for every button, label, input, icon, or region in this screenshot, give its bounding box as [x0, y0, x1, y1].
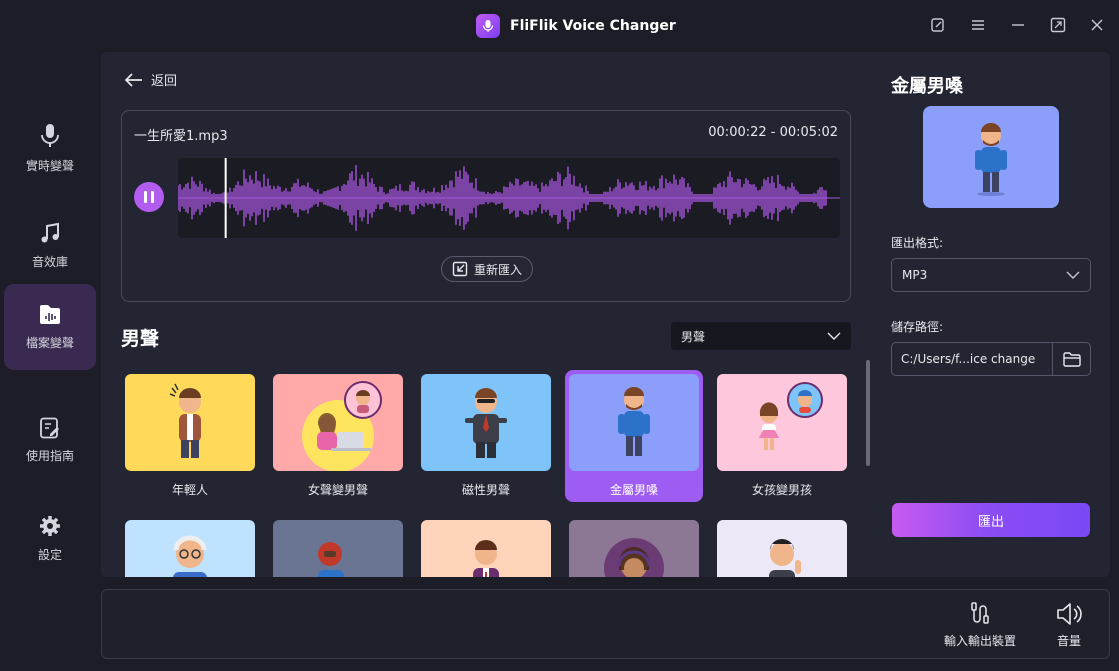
minimize-icon[interactable] [1007, 14, 1029, 36]
voice-card-girl-to-boy[interactable]: 女孩變男孩 [713, 370, 851, 502]
voice-card-metal-male[interactable]: 金屬男嗓 [565, 370, 703, 502]
feedback-icon[interactable] [927, 14, 949, 36]
save-path-value: C:/Users/f...ice change [892, 343, 1053, 375]
chevron-down-icon [827, 332, 841, 340]
voice-thumbnail [125, 520, 255, 577]
sidebar-item-file-voice[interactable]: 檔案變聲 [4, 284, 96, 370]
voice-label: 女孩變男孩 [751, 483, 812, 497]
sidebar-item-realtime[interactable]: 實時變聲 [4, 105, 96, 191]
sidebar-item-label: 設定 [37, 547, 62, 562]
sidebar-item-label: 檔案變聲 [25, 335, 74, 350]
sidebar-item-sound-library[interactable]: 音效庫 [4, 202, 96, 288]
waveform-graphic [178, 158, 840, 238]
pause-icon [144, 191, 147, 203]
save-path-field[interactable]: C:/Users/f...ice change [891, 342, 1091, 376]
waveform[interactable] [178, 158, 840, 238]
audio-file-icon [40, 304, 60, 324]
app-title: FliFlik Voice Changer [510, 18, 676, 34]
sidebar-item-settings[interactable]: 設定 [4, 495, 96, 581]
sidebar-item-label: 實時變聲 [25, 158, 74, 173]
export-label: 匯出 [977, 514, 1004, 530]
time-readout: 00:00:22 - 00:05:02 [708, 125, 838, 140]
export-format-label: 匯出格式: [891, 236, 944, 250]
title-bar: FliFlik Voice Changer [0, 0, 1119, 50]
close-icon[interactable] [1086, 14, 1108, 36]
app-window: FliFlik Voice Changer 實時變聲 音效庫 檔案變聲 使用指南… [0, 0, 1119, 671]
select-value: MP3 [902, 268, 928, 282]
voice-card-female-to-male[interactable]: 女聲變男聲 [269, 370, 407, 502]
io-device-label: 輸入輸出裝置 [944, 634, 1017, 648]
voice-card-gamer-girl[interactable] [565, 516, 703, 577]
voice-thumbnail [569, 520, 699, 577]
gear-icon [40, 515, 60, 536]
volume-button[interactable]: 音量 [1056, 602, 1082, 649]
guide-icon [40, 417, 59, 438]
dropdown-value: 男聲 [681, 329, 706, 344]
reimport-button[interactable]: 重新匯入 [441, 256, 534, 282]
voice-thumbnail [273, 520, 403, 577]
app-logo-icon [476, 14, 500, 38]
voice-grid-scrollbar[interactable] [866, 360, 870, 466]
voice-grid: 年輕人 女聲變男聲 磁性男聲 金屬男嗓 女孩變男孩 [121, 370, 861, 577]
selected-voice-title: 金屬男嗓 [891, 76, 963, 97]
voice-card-speaker[interactable] [417, 516, 555, 577]
arrow-left-icon [125, 72, 142, 87]
app-title-group: FliFlik Voice Changer [476, 14, 676, 38]
chevron-down-icon [1066, 271, 1080, 279]
bottom-bar: 輸入輸出裝置 音量 [101, 589, 1110, 659]
voice-card-young-man[interactable]: 年輕人 [121, 370, 259, 502]
back-button[interactable]: 返回 [125, 70, 177, 89]
voice-card-cheerful-boy[interactable] [713, 516, 851, 577]
microphone-icon [41, 123, 59, 147]
export-button[interactable]: 匯出 [892, 503, 1090, 537]
reimport-label: 重新匯入 [474, 262, 523, 277]
main-panel: 返回 一生所愛1.mp3 00:00:22 - 00:05:02 重新匯入 男聲… [101, 52, 1110, 577]
voice-label: 女聲變男聲 [307, 483, 368, 497]
voice-category-dropdown[interactable]: 男聲 [671, 322, 851, 350]
voice-card-magnetic-male[interactable]: 磁性男聲 [417, 370, 555, 502]
io-device-button[interactable]: 輸入輸出裝置 [944, 602, 1016, 649]
back-label: 返回 [151, 74, 178, 89]
speaker-icon [1057, 603, 1082, 625]
file-name: 一生所愛1.mp3 [134, 129, 228, 144]
folder-icon[interactable] [1053, 343, 1090, 375]
pause-button[interactable] [134, 182, 164, 212]
import-icon [452, 261, 468, 277]
export-format-select[interactable]: MP3 [891, 258, 1091, 292]
maximize-icon[interactable] [1047, 14, 1069, 36]
voice-card-old-man[interactable] [121, 516, 259, 577]
section-title: 男聲 [121, 328, 160, 350]
audio-player: 一生所愛1.mp3 00:00:22 - 00:05:02 重新匯入 [121, 110, 851, 302]
voice-card-rider[interactable] [269, 516, 407, 577]
io-device-icon [971, 602, 989, 624]
sidebar-item-guide[interactable]: 使用指南 [4, 397, 96, 483]
voice-thumbnail [717, 520, 847, 577]
selected-voice-preview [923, 106, 1059, 208]
music-note-icon [41, 222, 59, 242]
voice-label: 磁性男聲 [461, 483, 510, 497]
voice-thumbnail [421, 520, 551, 577]
voice-thumbnail [273, 374, 403, 471]
voice-thumbnail [421, 374, 551, 471]
voice-thumbnail [569, 374, 699, 471]
sidebar-item-label: 使用指南 [25, 448, 74, 463]
volume-label: 音量 [1056, 634, 1081, 648]
voice-thumbnail [717, 374, 847, 471]
voice-thumbnail [125, 374, 255, 471]
voice-label: 金屬男嗓 [609, 483, 658, 497]
save-path-label: 儲存路徑: [891, 320, 944, 334]
sidebar-item-label: 音效庫 [31, 254, 68, 269]
menu-icon[interactable] [967, 14, 989, 36]
voice-label: 年輕人 [171, 483, 208, 497]
